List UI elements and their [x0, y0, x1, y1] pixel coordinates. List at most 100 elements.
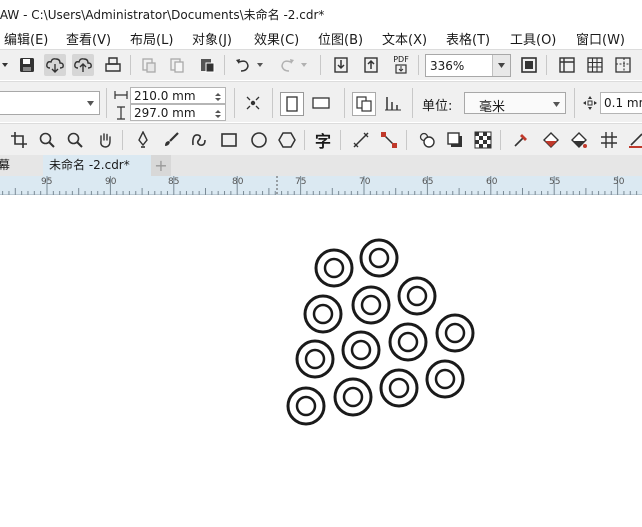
ring-shape[interactable] [351, 285, 391, 325]
outline-pen-tool-icon[interactable] [626, 129, 642, 151]
zoom-out-tool-icon[interactable] [64, 129, 86, 151]
cloud-upload-icon[interactable] [72, 54, 94, 76]
menu-bitmaps[interactable]: 位图(B) [318, 29, 363, 48]
menu-edit[interactable]: 编辑(E) [4, 29, 48, 48]
menu-object[interactable]: 对象(J) [192, 29, 232, 48]
smart-fill-tool-icon[interactable] [568, 129, 590, 151]
menu-layout[interactable]: 布局(L) [130, 29, 173, 48]
menu-tools[interactable]: 工具(O) [510, 29, 556, 48]
separator [412, 88, 413, 118]
publish-pdf-icon[interactable]: PDF [390, 53, 412, 75]
ring-shape[interactable] [303, 294, 343, 334]
ring-shape[interactable] [435, 313, 475, 353]
menu-effects[interactable]: 效果(C) [254, 29, 299, 48]
zoom-tool-icon[interactable] [36, 129, 58, 151]
import-icon[interactable] [330, 54, 352, 76]
separator [106, 88, 107, 118]
page-width-icon [114, 89, 128, 104]
pan-tool-icon[interactable] [94, 129, 116, 151]
cloud-download-icon[interactable] [44, 54, 66, 76]
separator [122, 130, 123, 150]
page-width-field[interactable]: 210.0 mm [130, 87, 226, 104]
menu-view[interactable]: 查看(V) [66, 29, 111, 48]
ring-shape[interactable] [379, 368, 419, 408]
show-guidelines-icon[interactable] [612, 54, 634, 76]
page-height-field[interactable]: 297.0 mm [130, 104, 226, 121]
show-rulers-icon[interactable] [556, 54, 578, 76]
ring-shape[interactable] [341, 330, 381, 370]
transparency-tool-icon[interactable] [472, 129, 494, 151]
ring-shape[interactable] [286, 386, 326, 426]
full-screen-icon[interactable] [518, 54, 540, 76]
smart-drawing-tool-icon[interactable] [188, 129, 210, 151]
menu-text[interactable]: 文本(X) [382, 29, 427, 48]
separator [546, 55, 547, 75]
menu-table[interactable]: 表格(T) [446, 29, 490, 48]
nudge-distance-field[interactable]: 0.1 mm [600, 92, 642, 114]
crop-tool-icon[interactable] [8, 129, 30, 151]
blend-tool-icon[interactable] [416, 129, 438, 151]
portrait-icon[interactable] [280, 92, 304, 116]
save-icon[interactable] [16, 54, 38, 76]
polygon-tool-icon[interactable] [276, 129, 298, 151]
undo-dropdown-icon[interactable] [254, 54, 266, 76]
separator [406, 130, 407, 150]
ring-shape[interactable] [295, 339, 335, 379]
spin-arrows-icon[interactable] [213, 108, 223, 122]
drop-shadow-tool-icon[interactable] [444, 129, 466, 151]
tab-document[interactable]: 未命名 -2.cdr* [43, 155, 151, 176]
ring-shape[interactable] [333, 377, 373, 417]
connector-tool-icon[interactable] [378, 129, 400, 151]
separator [224, 55, 225, 75]
dimension-tool-icon[interactable] [350, 129, 372, 151]
chevron-down-icon[interactable] [549, 97, 563, 111]
redo-dropdown-icon[interactable] [298, 54, 310, 76]
all-pages-icon[interactable] [242, 92, 264, 114]
show-grid-icon[interactable] [584, 54, 606, 76]
export-icon[interactable] [360, 54, 382, 76]
separator [272, 88, 273, 118]
drawing-canvas[interactable] [0, 196, 642, 524]
tab-welcome[interactable]: 幕 [0, 155, 42, 176]
ruler-label: 90 [105, 177, 117, 187]
print-icon[interactable] [102, 54, 124, 76]
ring-shape[interactable] [425, 359, 465, 399]
undo-icon[interactable] [232, 54, 254, 76]
mesh-fill-tool-icon[interactable] [598, 129, 620, 151]
dropdown-arrow-icon[interactable] [0, 54, 16, 76]
document-tabs: 幕 未命名 -2.cdr* + [0, 155, 642, 176]
ruler-ticks [2, 176, 638, 195]
interactive-fill-tool-icon[interactable] [540, 129, 562, 151]
menu-window[interactable]: 窗口(W) [576, 29, 625, 48]
zoom-level-combo[interactable]: 336% [425, 54, 511, 77]
paste-icon[interactable] [196, 54, 218, 76]
horizontal-ruler[interactable]: 95 90 85 80 75 70 65 60 55 50 [0, 176, 642, 195]
ellipse-tool-icon[interactable] [248, 129, 270, 151]
duplex-icon[interactable] [382, 92, 404, 114]
units-value: 毫米 [479, 100, 506, 115]
copy-icon[interactable] [166, 54, 188, 76]
eyedropper-tool-icon[interactable] [510, 129, 532, 151]
redo-icon[interactable] [276, 54, 298, 76]
chevron-down-icon[interactable] [83, 96, 97, 110]
ring-shape[interactable] [388, 322, 428, 362]
page-size-preset-combo[interactable] [0, 91, 100, 115]
add-tab-button[interactable]: + [151, 155, 171, 176]
spin-arrows-icon[interactable] [213, 91, 223, 105]
separator [418, 55, 419, 75]
units-combo[interactable]: 毫米 [464, 92, 566, 115]
cut-icon[interactable] [138, 54, 160, 76]
ring-shape[interactable] [359, 238, 399, 278]
separator [234, 88, 235, 118]
landscape-icon[interactable] [310, 92, 332, 114]
brush-tool-icon[interactable] [160, 129, 182, 151]
toolbox: 字 [0, 123, 642, 155]
pen-tool-icon[interactable] [132, 129, 154, 151]
ruler-label: 50 [613, 177, 625, 187]
ring-shape[interactable] [397, 276, 437, 316]
ring-shape[interactable] [314, 248, 354, 288]
chevron-down-icon[interactable] [492, 55, 510, 76]
current-page-icon[interactable] [352, 92, 376, 116]
rectangle-tool-icon[interactable] [218, 129, 240, 151]
text-tool-icon[interactable]: 字 [312, 129, 334, 151]
